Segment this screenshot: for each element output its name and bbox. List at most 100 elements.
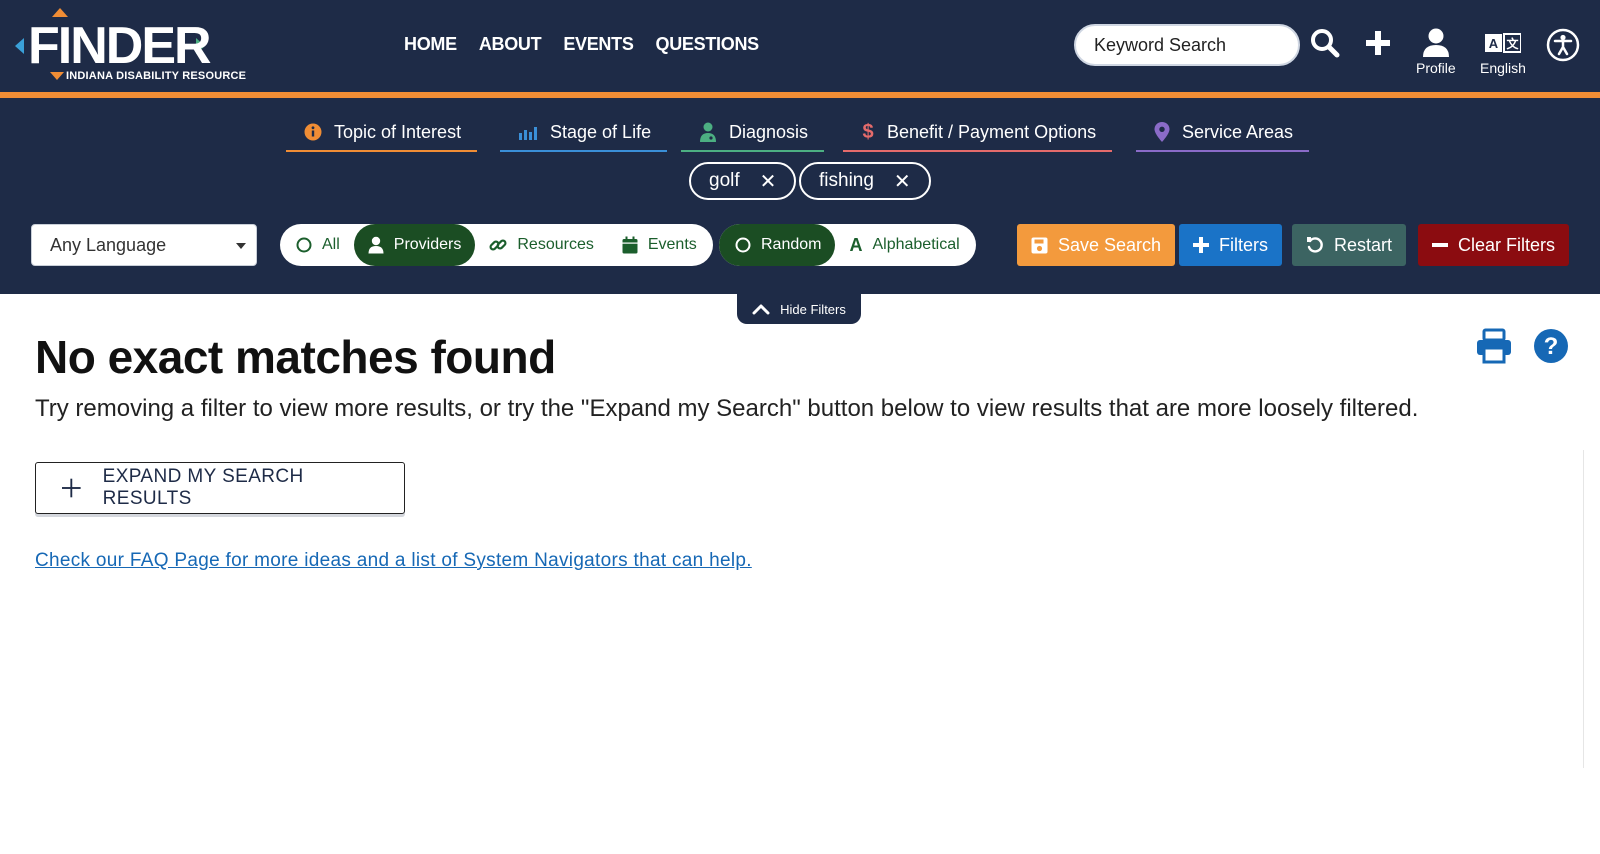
plus-icon xyxy=(1193,237,1209,253)
restart-icon xyxy=(1307,237,1323,253)
tab-underline xyxy=(286,150,478,152)
accessibility-button[interactable] xyxy=(1546,28,1580,62)
profile-label: Profile xyxy=(1416,60,1456,76)
filter-chip-fishing[interactable]: fishing ✕ xyxy=(799,162,931,200)
plus-icon xyxy=(62,478,81,498)
nav-about[interactable]: ABOUT xyxy=(479,34,542,55)
expand-search-button[interactable]: EXPAND MY SEARCH RESULTS xyxy=(35,462,405,514)
info-circle-icon xyxy=(304,123,322,141)
link-icon xyxy=(489,239,507,251)
tab-label: Topic of Interest xyxy=(334,121,462,142)
top-header: FINDER INDIANA DISABILITY RESOURCE HOME … xyxy=(0,0,1600,92)
hide-filters-toggle[interactable]: Hide Filters xyxy=(737,294,861,324)
search-icon xyxy=(1311,29,1340,58)
chip-label: golf xyxy=(709,170,740,191)
add-button[interactable] xyxy=(1365,30,1391,56)
profile-button[interactable]: Profile xyxy=(1416,28,1456,76)
type-providers[interactable]: Providers xyxy=(353,224,476,266)
main-nav: HOME ABOUT EVENTS QUESTIONS xyxy=(404,34,759,55)
tab-underline xyxy=(500,150,668,152)
svg-text:A: A xyxy=(1489,36,1499,51)
no-results-description: Try removing a filter to view more resul… xyxy=(35,395,1419,422)
sort-random[interactable]: Random xyxy=(719,224,836,266)
tab-underline xyxy=(843,150,1113,152)
help-button[interactable]: ? xyxy=(1533,328,1569,369)
logo-wordmark: FINDER xyxy=(28,17,212,75)
map-pin-icon xyxy=(1154,122,1170,142)
printer-icon xyxy=(1477,328,1511,364)
letter-a-icon: A xyxy=(849,234,863,255)
language-select-value: Any Language xyxy=(50,234,167,255)
type-resources[interactable]: Resources xyxy=(475,224,607,266)
tab-underline xyxy=(1136,150,1310,152)
type-label: All xyxy=(322,236,340,253)
circle-icon xyxy=(735,237,751,253)
scrollbar-track[interactable] xyxy=(1583,450,1584,768)
search-button[interactable] xyxy=(1310,28,1340,58)
close-icon[interactable]: ✕ xyxy=(894,169,911,194)
accessibility-icon xyxy=(1546,28,1580,62)
circle-icon xyxy=(296,237,312,253)
tab-label: Benefit / Payment Options xyxy=(887,121,1097,142)
filters-label: Filters xyxy=(1219,234,1268,255)
type-label: Events xyxy=(647,236,697,253)
sort-alphabetical[interactable]: A Alphabetical xyxy=(835,224,975,266)
clear-filters-button[interactable]: Clear Filters xyxy=(1418,224,1570,266)
print-button[interactable] xyxy=(1476,328,1512,369)
finder-logo[interactable]: FINDER INDIANA DISABILITY RESOURCE xyxy=(14,8,246,86)
language-label: English xyxy=(1480,60,1526,76)
tab-label: Stage of Life xyxy=(550,121,652,142)
close-icon[interactable]: ✕ xyxy=(760,169,777,194)
type-all[interactable]: All xyxy=(280,224,354,266)
save-search-label: Save Search xyxy=(1058,234,1162,255)
calendar-icon xyxy=(622,236,638,254)
tab-benefit-payment-options[interactable]: $ Benefit / Payment Options xyxy=(843,112,1113,152)
tab-diagnosis[interactable]: Diagnosis xyxy=(681,112,825,152)
nav-questions[interactable]: QUESTIONS xyxy=(656,34,760,55)
page-title: No exact matches found xyxy=(35,331,556,383)
chevron-up-icon xyxy=(752,304,770,315)
question-circle-icon: ? xyxy=(1534,329,1568,363)
dollar-icon: $ xyxy=(862,120,874,143)
restart-button[interactable]: Restart xyxy=(1292,224,1407,266)
nav-events[interactable]: EVENTS xyxy=(563,34,634,55)
type-events[interactable]: Events xyxy=(608,224,713,266)
filter-chip-golf[interactable]: golf ✕ xyxy=(689,162,797,200)
hide-filters-label: Hide Filters xyxy=(780,301,846,317)
type-label: Resources xyxy=(517,236,594,253)
minus-icon xyxy=(1432,243,1448,247)
language-button[interactable]: A 文 English xyxy=(1480,32,1526,76)
clear-filters-label: Clear Filters xyxy=(1458,234,1556,255)
result-type-toggle: All Providers Resources Events xyxy=(280,224,713,266)
expand-search-label: EXPAND MY SEARCH RESULTS xyxy=(102,466,304,509)
keyword-search-input[interactable] xyxy=(1074,24,1300,66)
user-icon xyxy=(368,236,384,254)
faq-link[interactable]: Check our FAQ Page for more ideas and a … xyxy=(35,550,752,572)
sort-label: Alphabetical xyxy=(872,236,960,253)
restart-label: Restart xyxy=(1334,234,1393,255)
sort-order-toggle: Random A Alphabetical xyxy=(719,224,976,266)
doctor-icon xyxy=(700,122,716,142)
tab-topic-of-interest[interactable]: Topic of Interest xyxy=(286,112,478,152)
sort-label: Random xyxy=(761,236,822,253)
nav-home[interactable]: HOME xyxy=(404,34,457,55)
tab-underline xyxy=(681,150,825,152)
translate-icon: A 文 xyxy=(1484,33,1521,53)
tab-label: Diagnosis xyxy=(729,121,809,142)
chevron-down-icon xyxy=(236,243,246,249)
user-icon xyxy=(1422,28,1449,57)
save-search-button[interactable]: Save Search xyxy=(1017,224,1176,266)
filters-button[interactable]: Filters xyxy=(1179,224,1282,266)
tab-label: Service Areas xyxy=(1182,121,1294,142)
type-label: Providers xyxy=(393,236,462,253)
chip-label: fishing xyxy=(819,170,874,191)
tab-stage-of-life[interactable]: Stage of Life xyxy=(500,112,668,152)
language-select[interactable]: Any Language xyxy=(31,224,257,266)
logo-triangle-top xyxy=(52,8,68,17)
plus-icon xyxy=(1366,31,1390,55)
svg-text:?: ? xyxy=(1544,333,1559,360)
tab-service-areas[interactable]: Service Areas xyxy=(1136,112,1310,152)
bar-chart-icon xyxy=(519,127,537,140)
svg-text:文: 文 xyxy=(1506,36,1519,51)
floppy-disk-icon xyxy=(1031,237,1048,253)
